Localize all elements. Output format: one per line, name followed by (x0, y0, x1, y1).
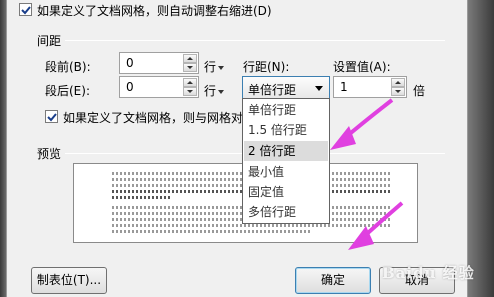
baidu-watermark: Baidu 经验 (382, 264, 475, 282)
set-value-up-button[interactable] (391, 78, 405, 87)
line-spacing-listbox[interactable]: 单倍行距 1.5 倍行距 2 倍行距 最小值 固定值 多倍行距 (242, 98, 330, 224)
before-up-button[interactable] (183, 54, 197, 63)
preview-line (112, 224, 392, 227)
unit-dropdown-icon (218, 89, 225, 94)
after-value: 0 (126, 80, 134, 94)
check-icon (21, 6, 31, 15)
window-frame-right (468, 0, 494, 297)
after-up-button[interactable] (183, 78, 197, 87)
line-spacing-label: 行距(N): (243, 60, 290, 74)
set-value-spinner[interactable]: 1 (333, 76, 407, 98)
after-spinner[interactable]: 0 (119, 76, 199, 98)
preview-line (112, 230, 312, 233)
preview-line (112, 196, 172, 199)
before-label: 段前(B): (45, 60, 91, 74)
arrow-down-icon (395, 90, 401, 93)
line-spacing-option[interactable]: 单倍行距 (244, 100, 328, 120)
line-spacing-option[interactable]: 固定值 (244, 182, 328, 202)
line-spacing-combo[interactable]: 单倍行距 (242, 76, 330, 99)
snap-to-grid-checkbox[interactable] (45, 110, 58, 123)
spacing-section-title: 间距 (37, 34, 62, 48)
preview-section-title: 预览 (37, 147, 62, 161)
unit-dropdown-icon (218, 65, 225, 70)
auto-right-indent-checkbox[interactable] (19, 3, 32, 16)
before-spinner[interactable]: 0 (119, 52, 199, 74)
before-down-button[interactable] (183, 63, 197, 72)
tabs-button[interactable]: 制表位(T)... (31, 267, 107, 294)
set-value-down-button[interactable] (391, 87, 405, 96)
arrow-up-icon (395, 81, 401, 84)
line-spacing-option[interactable]: 多倍行距 (244, 202, 328, 222)
check-icon (47, 113, 57, 122)
line-spacing-option[interactable]: 最小值 (244, 162, 328, 182)
line-spacing-option-selected[interactable]: 2 倍行距 (244, 141, 328, 161)
line-spacing-value: 单倍行距 (248, 83, 297, 97)
ok-button[interactable]: 确定 (295, 267, 371, 294)
paragraph-dialog: 如果定义了文档网格，则自动调整右缩进(D) 间距 段前(B): 0 行 行距(N… (6, 0, 468, 297)
arrow-down-icon (187, 66, 193, 69)
after-unit[interactable]: 行 (204, 82, 225, 99)
after-label: 段后(E): (45, 84, 90, 98)
arrow-up-icon (187, 81, 193, 84)
arrow-down-icon (187, 90, 193, 93)
arrow-up-icon (187, 57, 193, 60)
set-value-value: 1 (340, 80, 348, 94)
set-value-unit: 倍 (413, 84, 426, 98)
before-value: 0 (126, 56, 134, 70)
auto-right-indent-label: 如果定义了文档网格，则自动调整右缩进(D) (37, 4, 272, 18)
snap-to-grid-label: 如果定义了文档网格，则与网格对 (63, 111, 244, 125)
spacing-divider (65, 40, 445, 41)
line-spacing-option[interactable]: 1.5 倍行距 (244, 120, 328, 140)
before-unit[interactable]: 行 (204, 58, 225, 75)
after-down-button[interactable] (183, 87, 197, 96)
set-value-label: 设置值(A): (333, 60, 391, 74)
chevron-down-icon (315, 86, 323, 91)
